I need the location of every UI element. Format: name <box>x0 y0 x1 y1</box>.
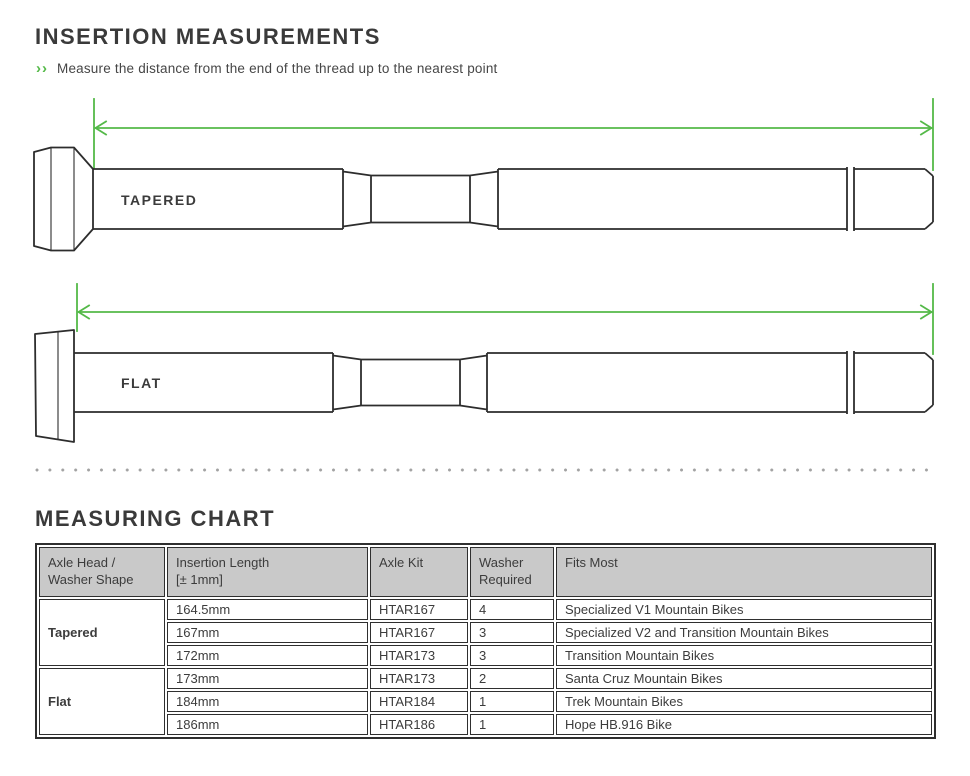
axle-kit-cell: HTAR167 <box>370 622 468 643</box>
insertion-length-cell: 172mm <box>167 645 368 666</box>
flat-label: FLAT <box>121 375 162 391</box>
axle-shape-cell: Tapered <box>39 599 165 666</box>
tapered-measurement-arrow <box>94 99 933 170</box>
flat-axle-diagram: FLAT <box>0 278 970 450</box>
header-line: Washer <box>479 555 545 572</box>
table-row: 186mm HTAR186 1 Hope HB.916 Bike <box>39 714 932 735</box>
washer-required-cell: 3 <box>470 622 554 643</box>
axle-kit-cell: HTAR173 <box>370 645 468 666</box>
flat-axle-outline <box>35 330 933 442</box>
header-line: Fits Most <box>565 555 923 572</box>
washer-required-cell: 1 <box>470 714 554 735</box>
instruction-text: Measure the distance from the end of the… <box>57 61 497 76</box>
header-line: Washer Shape <box>48 572 156 589</box>
fits-most-cell: Hope HB.916 Bike <box>556 714 932 735</box>
dotted-divider <box>35 468 935 472</box>
measuring-chart-title: MEASURING CHART <box>35 506 275 532</box>
instruction-line: ›› Measure the distance from the end of t… <box>36 60 497 77</box>
fits-most-cell: Specialized V1 Mountain Bikes <box>556 599 932 620</box>
header-line: Axle Head / <box>48 555 156 572</box>
col-header-insertion-length: Insertion Length [± 1mm] <box>167 547 368 597</box>
insertion-length-cell: 164.5mm <box>167 599 368 620</box>
double-chevron-icon: ›› <box>36 60 48 77</box>
insertion-length-cell: 173mm <box>167 668 368 689</box>
washer-required-cell: 1 <box>470 691 554 712</box>
header-line: Required <box>479 572 545 589</box>
flat-measurement-arrow <box>77 284 933 354</box>
fits-most-cell: Transition Mountain Bikes <box>556 645 932 666</box>
col-header-axle-kit: Axle Kit <box>370 547 468 597</box>
fits-most-cell: Trek Mountain Bikes <box>556 691 932 712</box>
header-line: Axle Kit <box>379 555 459 572</box>
insertion-length-cell: 186mm <box>167 714 368 735</box>
fits-most-cell: Santa Cruz Mountain Bikes <box>556 668 932 689</box>
col-header-axle-head-washer-shape: Axle Head / Washer Shape <box>39 547 165 597</box>
washer-required-cell: 3 <box>470 645 554 666</box>
axle-shape-cell: Flat <box>39 668 165 735</box>
axle-kit-cell: HTAR167 <box>370 599 468 620</box>
tapered-head-detail-lines <box>51 148 74 251</box>
axle-kit-cell: HTAR184 <box>370 691 468 712</box>
col-header-washer-required: Washer Required <box>470 547 554 597</box>
table-row: Tapered 164.5mm HTAR167 4 Specialized V1… <box>39 599 932 620</box>
col-header-fits-most: Fits Most <box>556 547 932 597</box>
washer-required-cell: 2 <box>470 668 554 689</box>
axle-kit-cell: HTAR173 <box>370 668 468 689</box>
page-title: INSERTION MEASUREMENTS <box>35 24 381 50</box>
insertion-length-cell: 167mm <box>167 622 368 643</box>
table-row: 167mm HTAR167 3 Specialized V2 and Trans… <box>39 622 932 643</box>
table-header-row: Axle Head / Washer Shape Insertion Lengt… <box>39 547 932 597</box>
table-row: 172mm HTAR173 3 Transition Mountain Bike… <box>39 645 932 666</box>
insertion-length-cell: 184mm <box>167 691 368 712</box>
manual-page: INSERTION MEASUREMENTS ›› Measure the dis… <box>0 0 970 776</box>
axle-kit-cell: HTAR186 <box>370 714 468 735</box>
header-line: [± 1mm] <box>176 572 359 589</box>
tapered-axle-diagram: TAPERED <box>0 95 970 270</box>
fits-most-cell: Specialized V2 and Transition Mountain B… <box>556 622 932 643</box>
tapered-label: TAPERED <box>121 192 197 208</box>
table-row: Flat 173mm HTAR173 2 Santa Cruz Mountain… <box>39 668 932 689</box>
header-line: Insertion Length <box>176 555 359 572</box>
washer-required-cell: 4 <box>470 599 554 620</box>
measuring-chart-table: Axle Head / Washer Shape Insertion Lengt… <box>35 543 936 739</box>
table-row: 184mm HTAR184 1 Trek Mountain Bikes <box>39 691 932 712</box>
